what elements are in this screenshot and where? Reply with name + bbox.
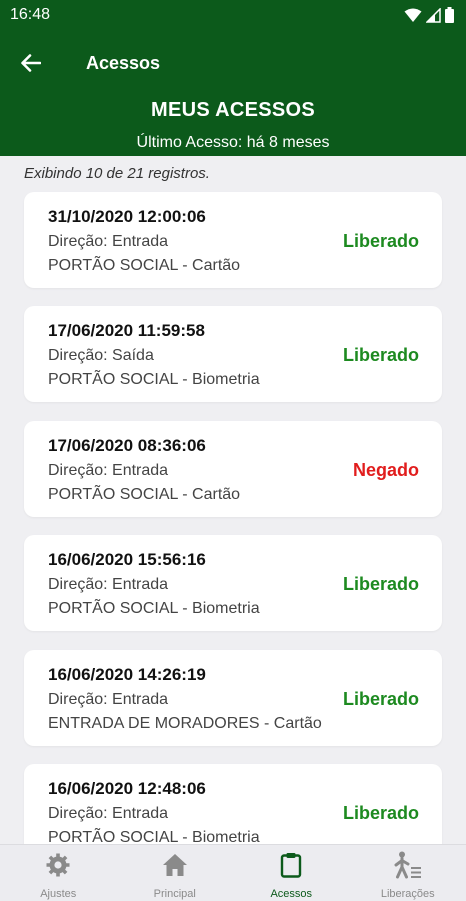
nav-item-acessos[interactable]: Acessos [233, 845, 350, 901]
wifi-icon [404, 8, 422, 23]
access-status: Liberado [343, 231, 419, 252]
access-datetime: 17/06/2020 08:36:06 [48, 436, 206, 456]
nav-label: Liberações [381, 888, 435, 900]
access-datetime: 16/06/2020 15:56:16 [48, 550, 206, 570]
nav-label: Acessos [270, 888, 312, 900]
access-location: PORTÃO SOCIAL - Cartão [48, 257, 240, 275]
access-location: ENTRADA DE MORADORES - Cartão [48, 715, 322, 733]
access-list[interactable]: Exibindo 10 de 21 registros. 31/10/2020 … [0, 156, 466, 844]
back-button[interactable] [14, 48, 48, 78]
battery-icon [445, 7, 454, 23]
access-card[interactable]: 16/06/2020 14:26:19 Direção: Entrada ENT… [24, 650, 442, 746]
access-direction: Direção: Entrada [48, 233, 168, 251]
access-datetime: 31/10/2020 12:00:06 [48, 207, 206, 227]
access-status: Negado [353, 460, 419, 481]
access-direction: Direção: Entrada [48, 576, 168, 594]
app-bar: Acessos MEUS ACESSOS Último Acesso: há 8… [0, 30, 466, 156]
nav-label: Ajustes [40, 888, 76, 900]
bottom-navigation: Ajustes Principal Acessos [0, 844, 466, 901]
arrow-left-icon [21, 54, 41, 72]
access-direction: Direção: Entrada [48, 691, 168, 709]
access-card[interactable]: 16/06/2020 12:48:06 Direção: Entrada POR… [24, 764, 442, 844]
access-direction: Direção: Saída [48, 347, 154, 365]
page-title: Acessos [86, 53, 160, 74]
nav-label: Principal [154, 888, 196, 900]
signal-icon [426, 8, 441, 23]
access-card[interactable]: 16/06/2020 15:56:16 Direção: Entrada POR… [24, 535, 442, 631]
nav-item-liberacoes[interactable]: Liberações [350, 845, 466, 901]
section-title: MEUS ACESSOS [0, 99, 466, 122]
access-card[interactable]: 17/06/2020 11:59:58 Direção: Saída PORTÃ… [24, 306, 442, 402]
access-status: Liberado [343, 689, 419, 710]
access-direction: Direção: Entrada [48, 462, 168, 480]
access-status: Liberado [343, 574, 419, 595]
person-list-icon [393, 851, 423, 879]
clipboard-icon [280, 852, 302, 878]
access-datetime: 17/06/2020 11:59:58 [48, 321, 205, 341]
access-location: PORTÃO SOCIAL - Biometria [48, 600, 260, 618]
access-datetime: 16/06/2020 14:26:19 [48, 665, 206, 685]
last-access-text: Último Acesso: há 8 meses [0, 134, 466, 152]
nav-item-ajustes[interactable]: Ajustes [0, 845, 117, 901]
access-direction: Direção: Entrada [48, 805, 168, 823]
status-icons [404, 7, 454, 23]
access-status: Liberado [343, 803, 419, 824]
status-bar: 16:48 [0, 0, 466, 30]
access-status: Liberado [343, 345, 419, 366]
access-location: PORTÃO SOCIAL - Cartão [48, 486, 240, 504]
record-count: Exibindo 10 de 21 registros. [24, 165, 210, 182]
access-card[interactable]: 31/10/2020 12:00:06 Direção: Entrada POR… [24, 192, 442, 288]
access-card[interactable]: 17/06/2020 08:36:06 Direção: Entrada POR… [24, 421, 442, 517]
access-location: PORTÃO SOCIAL - Biometria [48, 829, 260, 844]
nav-item-principal[interactable]: Principal [117, 845, 234, 901]
gear-icon [45, 852, 71, 878]
access-location: PORTÃO SOCIAL - Biometria [48, 371, 260, 389]
home-icon [162, 853, 188, 877]
status-time: 16:48 [10, 6, 50, 24]
access-datetime: 16/06/2020 12:48:06 [48, 779, 206, 799]
